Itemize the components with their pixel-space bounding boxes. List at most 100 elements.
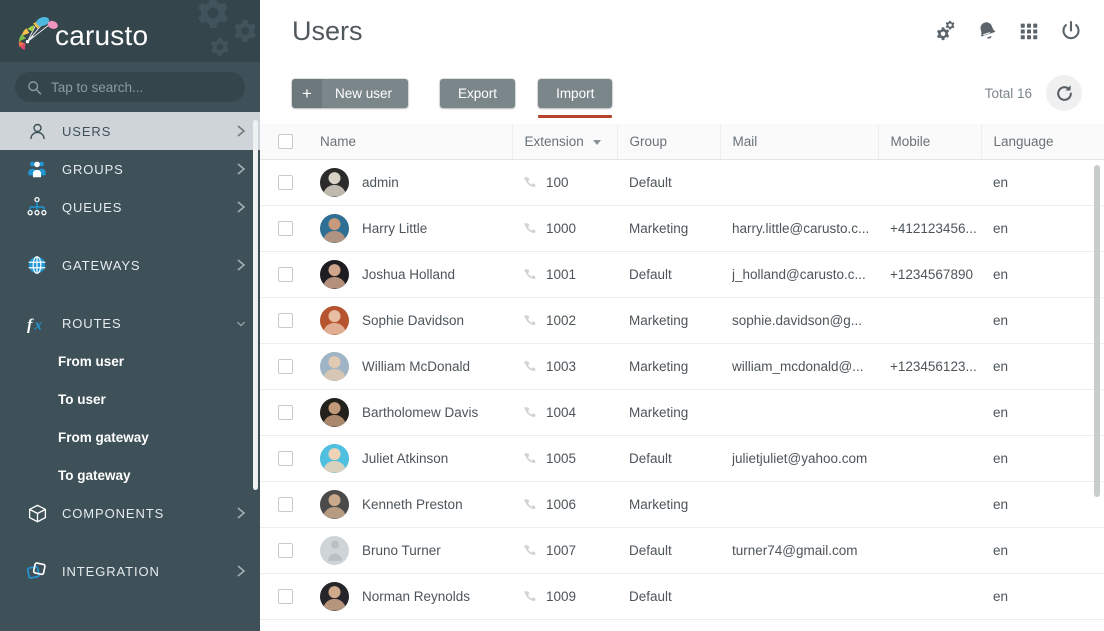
cell-mobile: +412123456... bbox=[878, 205, 981, 252]
sidebar-item-groups[interactable]: GROUPS bbox=[0, 150, 260, 188]
total-count: Total 16 bbox=[984, 85, 1032, 101]
column-header-extension[interactable]: Extension bbox=[512, 124, 618, 160]
gears-decoration bbox=[198, 0, 256, 56]
column-label: Name bbox=[320, 133, 357, 149]
sidebar-scrollbar[interactable] bbox=[253, 120, 258, 490]
sidebar-subitem-from-gateway[interactable]: From gateway bbox=[0, 418, 260, 456]
table-row[interactable]: Sophie Davidson 1002 Marketing sophie.david… bbox=[260, 297, 1104, 344]
sidebar-subitem-to-user[interactable]: To user bbox=[0, 380, 260, 418]
row-checkbox[interactable] bbox=[278, 266, 293, 282]
language-value: en bbox=[993, 404, 1009, 420]
extension-value: 1000 bbox=[546, 220, 577, 236]
row-select-cell bbox=[260, 297, 308, 344]
cell-language: en bbox=[981, 251, 1104, 298]
row-checkbox[interactable] bbox=[278, 588, 293, 604]
cell-extension: 1000 bbox=[512, 205, 617, 252]
row-select-cell bbox=[260, 389, 308, 436]
cell-extension: 1005 bbox=[512, 435, 617, 482]
row-checkbox[interactable] bbox=[278, 496, 293, 512]
svg-text:x: x bbox=[33, 317, 41, 333]
table-row[interactable]: Bartholomew Davis 1004 Marketing en bbox=[260, 389, 1104, 436]
sidebar-item-routes[interactable]: f x ROUTES bbox=[0, 304, 260, 342]
sort-descending-icon bbox=[592, 139, 601, 145]
sidebar-item-users[interactable]: USERS bbox=[0, 112, 260, 150]
sidebar-item-queues[interactable]: QUEUES bbox=[0, 188, 260, 226]
avatar bbox=[320, 259, 349, 289]
export-button[interactable]: Export bbox=[440, 78, 516, 108]
chevron-right-icon bbox=[237, 201, 246, 213]
user-name: Bruno Turner bbox=[362, 542, 441, 558]
group-value: Default bbox=[629, 588, 672, 604]
cell-name: Kenneth Preston bbox=[308, 481, 512, 528]
brand-logo[interactable]: carusto bbox=[14, 11, 154, 51]
cell-group: Marketing bbox=[617, 205, 720, 252]
refresh-button[interactable] bbox=[1046, 75, 1082, 111]
table-row[interactable]: Bruno Turner 1007 Default turner74@gmail.co… bbox=[260, 527, 1104, 574]
phone-icon bbox=[524, 176, 536, 187]
chevron-right-icon bbox=[237, 125, 246, 137]
sidebar-item-label: QUEUES bbox=[62, 199, 123, 215]
column-header-name[interactable]: Name bbox=[308, 124, 513, 160]
sidebar-subitem-to-gateway[interactable]: To gateway bbox=[0, 456, 260, 494]
chevron-right-icon bbox=[237, 565, 246, 577]
row-checkbox[interactable] bbox=[278, 220, 293, 236]
table-body: admin 100 Default en Harry Little 1000 Marketi… bbox=[260, 159, 1104, 620]
column-header-mail[interactable]: Mail bbox=[720, 124, 879, 160]
import-button-wrap: Import bbox=[538, 78, 613, 118]
apps-grid-icon[interactable] bbox=[1018, 20, 1040, 42]
table-row[interactable]: Joshua Holland 1001 Default j_holland@carus… bbox=[260, 251, 1104, 298]
user-icon bbox=[24, 118, 50, 144]
cell-mail: sophie.davidson@g... bbox=[720, 297, 878, 344]
row-checkbox[interactable] bbox=[278, 312, 293, 328]
table-row[interactable]: Harry Little 1000 Marketing harry.little@ca… bbox=[260, 205, 1104, 252]
cell-group: Default bbox=[617, 573, 720, 620]
column-label: Language bbox=[993, 133, 1054, 149]
row-checkbox[interactable] bbox=[278, 542, 293, 558]
user-name: Kenneth Preston bbox=[362, 496, 463, 512]
chevron-down-icon bbox=[237, 321, 245, 326]
sidebar-item-label: USERS bbox=[62, 123, 112, 139]
language-value: en bbox=[993, 496, 1009, 512]
table-row[interactable]: Juliet Atkinson 1005 Default julietjuliet@y… bbox=[260, 435, 1104, 482]
table-row[interactable]: William McDonald 1003 Marketing william_mcd… bbox=[260, 343, 1104, 390]
sidebar-subitem-from-user[interactable]: From user bbox=[0, 342, 260, 380]
cell-group: Marketing bbox=[617, 481, 720, 528]
sidebar-item-integration[interactable]: INTEGRATION bbox=[0, 552, 260, 590]
power-icon[interactable] bbox=[1060, 20, 1082, 42]
select-all-checkbox[interactable] bbox=[278, 133, 293, 149]
row-checkbox[interactable] bbox=[278, 358, 293, 374]
import-button[interactable]: Import bbox=[538, 78, 613, 108]
table-scrollbar[interactable] bbox=[1094, 165, 1100, 497]
cell-language: en bbox=[981, 297, 1104, 344]
group-value: Default bbox=[629, 450, 672, 466]
cell-group: Marketing bbox=[617, 389, 720, 436]
row-select-cell bbox=[260, 159, 308, 206]
search-input[interactable] bbox=[51, 79, 233, 95]
row-checkbox[interactable] bbox=[278, 450, 293, 466]
column-header-group[interactable]: Group bbox=[617, 124, 721, 160]
sidebar-item-components[interactable]: COMPONENTS bbox=[0, 494, 260, 532]
new-user-button[interactable]: + New user bbox=[292, 78, 409, 108]
import-active-underline bbox=[538, 114, 613, 118]
row-select-cell bbox=[260, 573, 308, 620]
group-value: Marketing bbox=[629, 220, 689, 236]
bell-icon[interactable] bbox=[976, 20, 998, 42]
row-checkbox[interactable] bbox=[278, 174, 293, 190]
cell-name: Joshua Holland bbox=[308, 251, 512, 298]
table-row[interactable]: admin 100 Default en bbox=[260, 159, 1104, 206]
chevron-right-icon bbox=[237, 259, 246, 271]
row-checkbox[interactable] bbox=[278, 404, 293, 420]
table-row[interactable]: Kenneth Preston 1006 Marketing en bbox=[260, 481, 1104, 528]
settings-gears-icon[interactable] bbox=[934, 20, 956, 42]
table-row[interactable]: Norman Reynolds 1009 Default en bbox=[260, 573, 1104, 620]
column-header-language[interactable]: Language bbox=[981, 124, 1104, 160]
user-name: William McDonald bbox=[362, 358, 471, 374]
extension-value: 1001 bbox=[546, 266, 577, 282]
user-name: Norman Reynolds bbox=[362, 588, 471, 604]
column-header-mobile[interactable]: Mobile bbox=[878, 124, 982, 160]
sidebar-item-gateways[interactable]: GATEWAYS bbox=[0, 246, 260, 284]
globe-icon bbox=[24, 252, 50, 278]
search-box[interactable] bbox=[15, 72, 245, 102]
avatar bbox=[320, 489, 349, 519]
extension-value: 1002 bbox=[546, 312, 577, 328]
